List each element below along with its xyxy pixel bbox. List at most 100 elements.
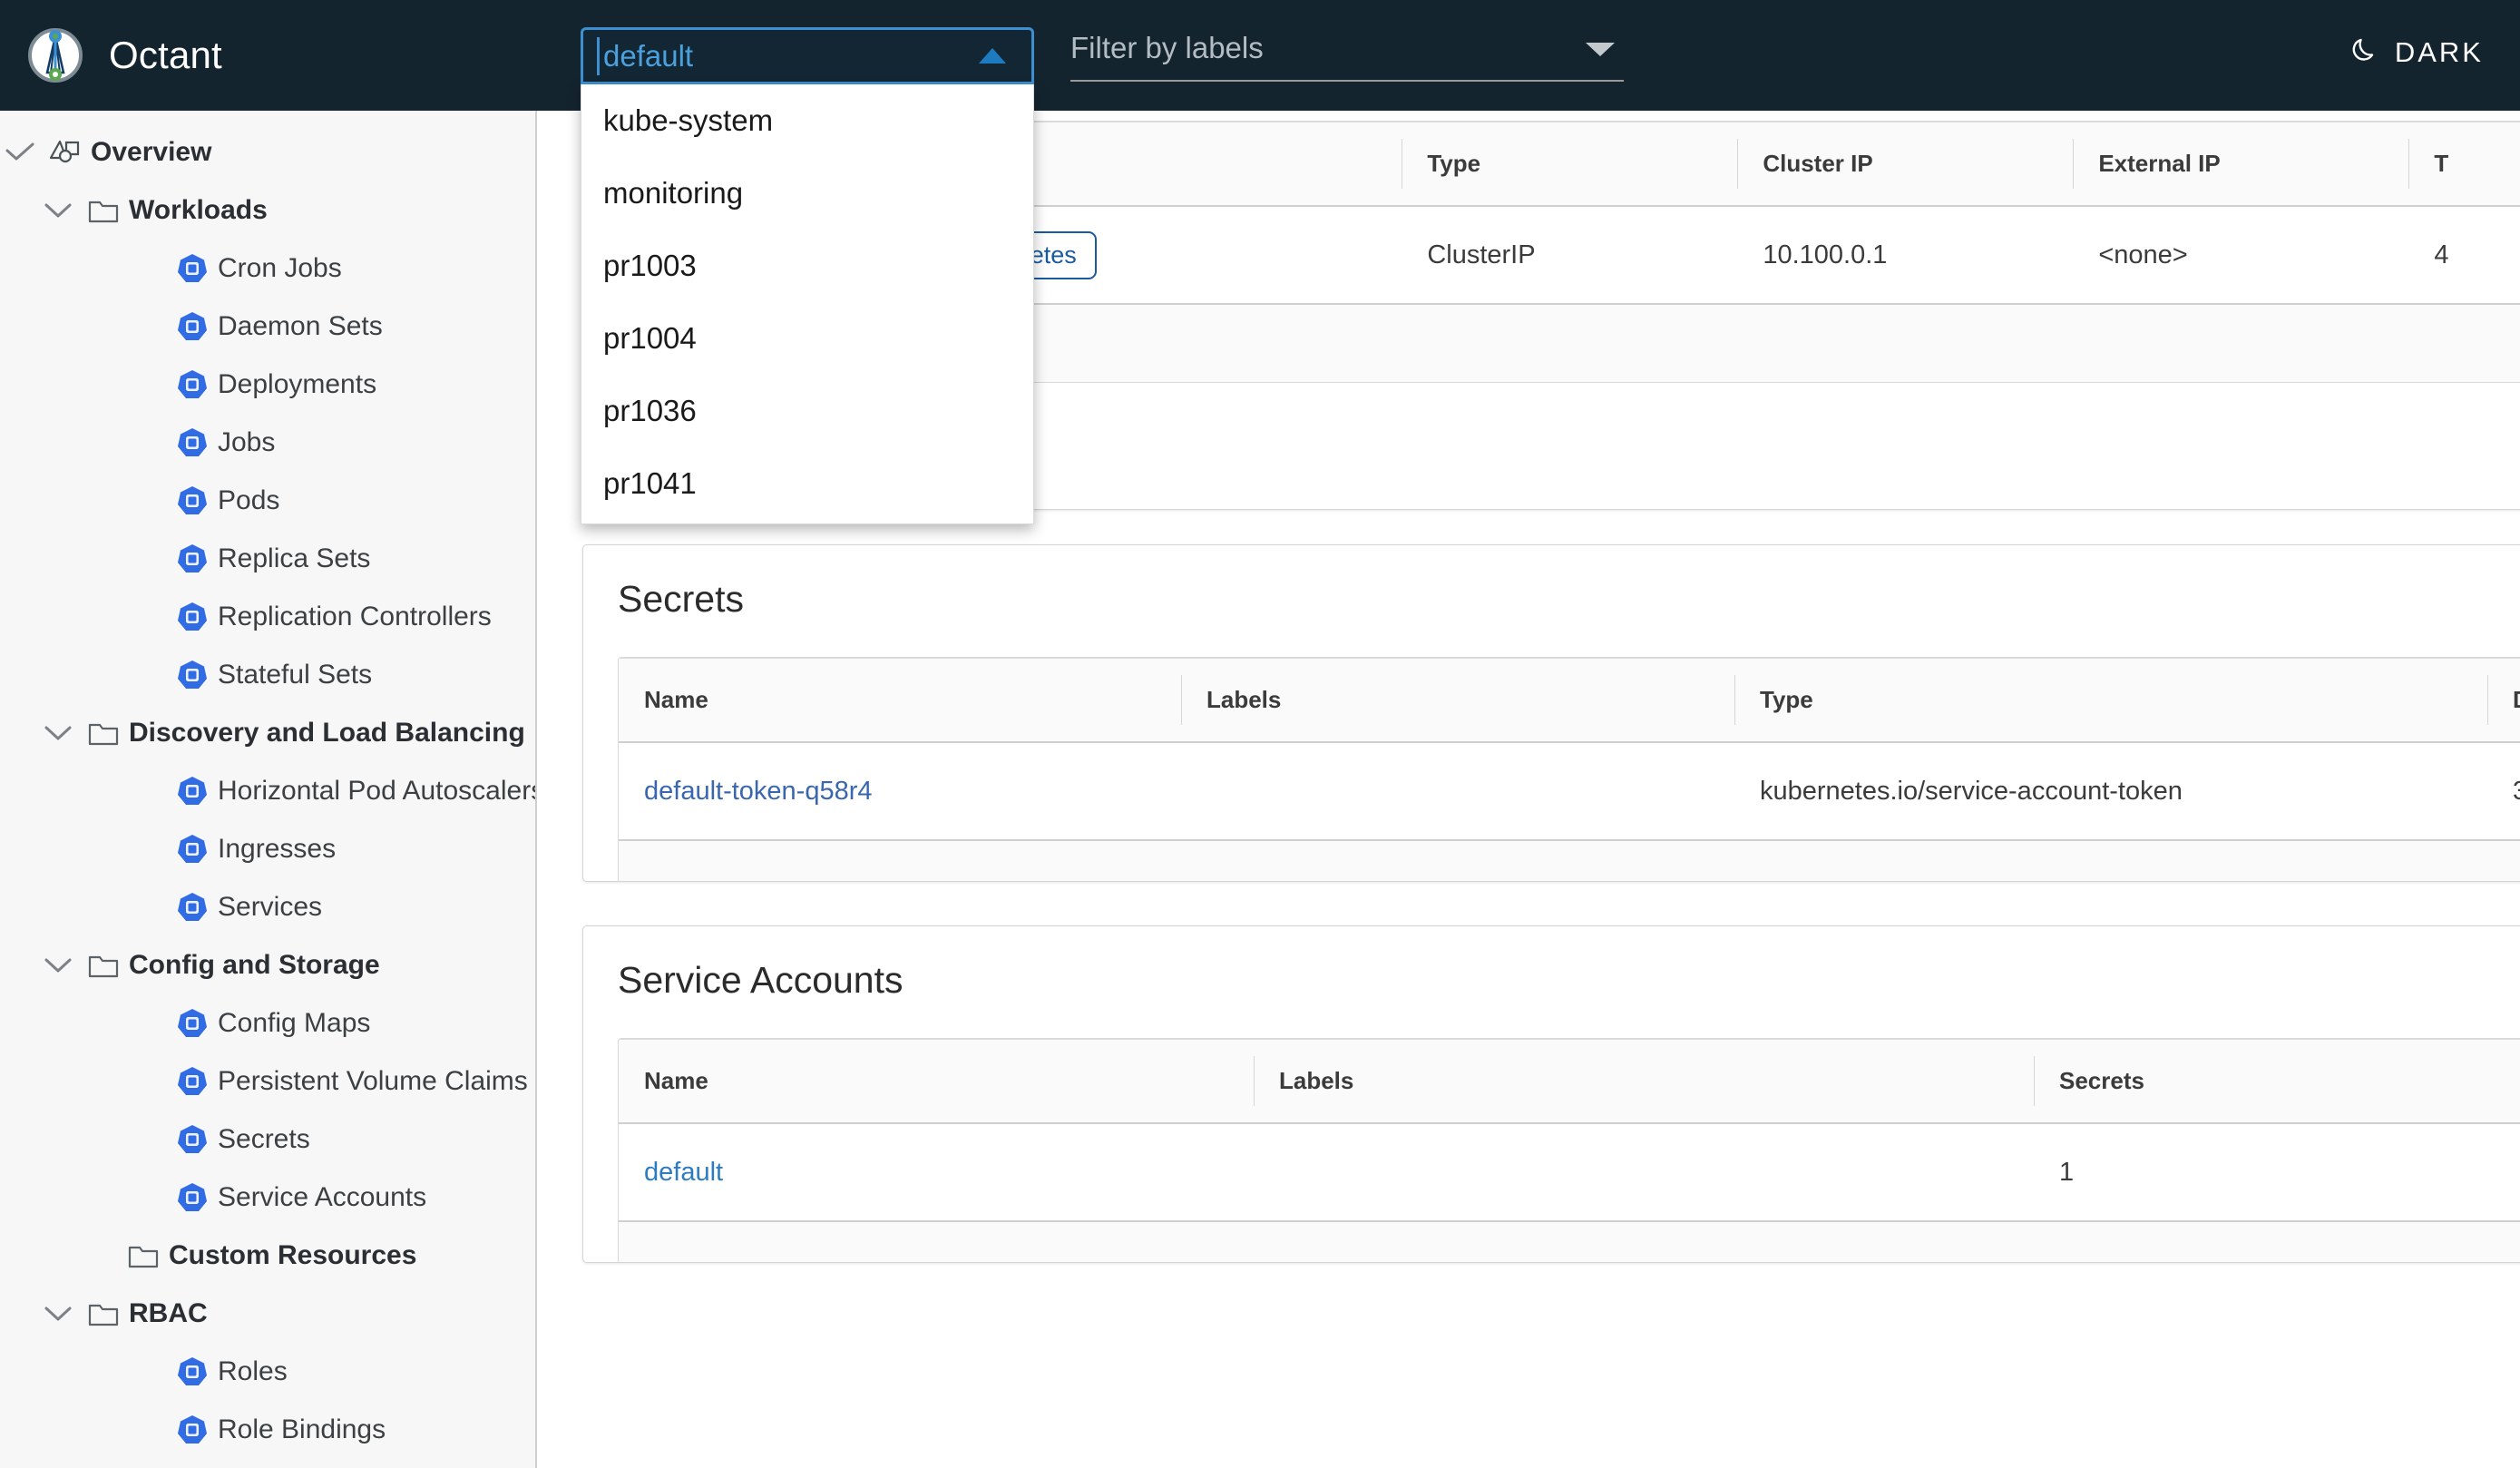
sidebar-item-service-accounts[interactable]: Service Accounts [0,1169,535,1227]
chevron-down-icon[interactable] [38,955,78,975]
column-header-data[interactable]: Data [2487,658,2520,743]
column-header-external-ip[interactable]: External IP [2073,122,2409,207]
sidebar-item-cron-jobs[interactable]: Cron Jobs [0,240,535,298]
sidebar-item-daemon-sets[interactable]: Daemon Sets [0,298,535,356]
label-filter[interactable]: Filter by labels [1070,31,1624,82]
secrets-card-title: Secrets [618,578,744,620]
namespace-option[interactable]: pr1003 [581,230,1033,302]
sidebar-item-roles[interactable]: Roles [0,1343,535,1401]
sidebar-item-label: Stateful Sets [218,660,373,690]
column-header-target-ports[interactable]: T [2408,122,2520,207]
sidebar-item-replication-controllers[interactable]: Replication Controllers [0,588,535,646]
sidebar-item-label: Horizontal Pod Autoscalers [218,776,537,806]
sidebar-item-label: Replica Sets [218,543,371,573]
namespace-option[interactable]: pr1036 [581,375,1033,447]
service-account-name-link[interactable]: default [644,1158,723,1187]
cronjob-icon [167,252,218,285]
namespace-option[interactable]: monitoring [581,157,1033,230]
secrets-table: Name Labels Type Data default-token-q58r… [619,658,2520,881]
caret-up-icon[interactable] [979,48,1006,64]
app-title: Octant [109,34,222,76]
sidebar-item-label: Overview [91,137,212,167]
sidebar-item-label: Config and Storage [129,950,380,980]
text-cursor [597,36,600,75]
sidebar-item-overview[interactable]: Overview [0,123,535,181]
sidebar-item-config-and-storage[interactable]: Config and Storage [0,936,535,994]
column-header-secrets[interactable]: Secrets [2034,1039,2520,1124]
column-header-name[interactable]: Name [619,1039,1254,1124]
column-header-cluster-ip[interactable]: Cluster IP [1737,122,2074,207]
chevron-down-icon[interactable] [38,201,78,220]
cell-name: default [619,1123,1254,1222]
sidebar-item-label: Deployments [218,369,377,399]
moon-icon [2349,34,2380,70]
chevron-down-icon[interactable] [1586,43,1615,56]
theme-toggle-button[interactable]: DARK [2349,34,2484,70]
namespace-option[interactable]: pr1041 [581,447,1033,520]
sidebar-item-role-bindings[interactable]: Role Bindings [0,1401,535,1459]
sidebar-item-label: Cron Jobs [218,253,342,283]
daemonset-icon [167,310,218,343]
namespace-dropdown-menu[interactable]: kube-system monitoring pr1003 pr1004 pr1… [581,84,1034,524]
sidebar-item-label: Discovery and Load Balancing [129,718,525,748]
sidebar-item-replica-sets[interactable]: Replica Sets [0,530,535,588]
cell-data: 3 [2487,742,2520,841]
table-header-row: Name Labels Type Data [619,658,2520,743]
table-row[interactable]: default 1 [619,1123,2520,1222]
sidebar-item-persistent-volume-claims[interactable]: Persistent Volume Claims [0,1052,535,1111]
configmap-icon [167,1007,218,1040]
service-icon [167,891,218,924]
sidebar-navigation[interactable]: Overview Workloads Cron Jobs Daemon Sets Dep… [0,111,537,1468]
sidebar-item-horizontal-pod-autoscalers[interactable]: Horizontal Pod Autoscalers [0,762,535,820]
cell-type: kubernetes.io/service-account-token [1734,742,2487,841]
namespace-option[interactable]: kube-system [581,84,1033,157]
sidebar-item-config-maps[interactable]: Config Maps [0,994,535,1052]
sidebar-item-jobs[interactable]: Jobs [0,414,535,472]
service-accounts-table: Name Labels Secrets default 1 [619,1039,2520,1262]
ingress-icon [167,833,218,866]
deployment-icon [167,368,218,401]
rolebinding-icon [167,1414,218,1446]
sidebar-item-services[interactable]: Services [0,878,535,936]
namespace-combobox[interactable]: default [581,27,1034,84]
chevron-down-icon[interactable] [38,1304,78,1324]
column-header-name[interactable]: Name [619,658,1181,743]
sidebar-item-discovery-and-load-balancing[interactable]: Discovery and Load Balancing [0,704,535,762]
sidebar-item-pods[interactable]: Pods [0,472,535,530]
namespace-option[interactable]: pr1004 [581,302,1033,375]
folder-icon [78,197,129,224]
service-accounts-card-title: Service Accounts [618,959,903,1001]
column-header-labels[interactable]: Labels [1181,658,1734,743]
sidebar-item-label: Roles [218,1356,288,1386]
cell-secrets: 1 [2034,1123,2520,1222]
cell-labels [1254,1123,2034,1222]
sidebar-item-deployments[interactable]: Deployments [0,356,535,414]
namespace-input[interactable]: default [603,39,979,73]
chevron-down-icon[interactable] [38,723,78,743]
sidebar-item-label: Daemon Sets [218,311,383,341]
sidebar-item-stateful-sets[interactable]: Stateful Sets [0,646,535,704]
table-header-row: Name Labels Secrets [619,1039,2520,1124]
sidebar-item-secrets[interactable]: Secrets [0,1111,535,1169]
column-header-type[interactable]: Type [1402,122,1738,207]
secret-name-link[interactable]: default-token-q58r4 [644,777,873,806]
table-row[interactable]: default-token-q58r4 kubernetes.io/servic… [619,742,2520,841]
serviceaccount-icon [167,1181,218,1214]
pod-icon [167,484,218,517]
label-filter-placeholder: Filter by labels [1070,31,1264,64]
cell-type: ClusterIP [1402,206,1738,305]
sidebar-item-workloads[interactable]: Workloads [0,181,535,240]
sidebar-item-rbac[interactable]: RBAC [0,1285,535,1343]
check-icon[interactable] [0,142,40,162]
sidebar-item-ingresses[interactable]: Ingresses [0,820,535,878]
folder-icon [78,719,129,747]
sidebar-item-custom-resources[interactable]: Custom Resources [0,1227,535,1285]
column-header-labels[interactable]: Labels [1254,1039,2034,1124]
column-header-type[interactable]: Type [1734,658,2487,743]
cell-labels [1181,742,1734,841]
secrets-card: Secrets Name Labels Type Data [582,544,2520,882]
folder-icon [118,1242,169,1269]
octant-overview-icon [40,138,91,167]
folder-icon [78,1300,129,1327]
statefulset-icon [167,659,218,691]
